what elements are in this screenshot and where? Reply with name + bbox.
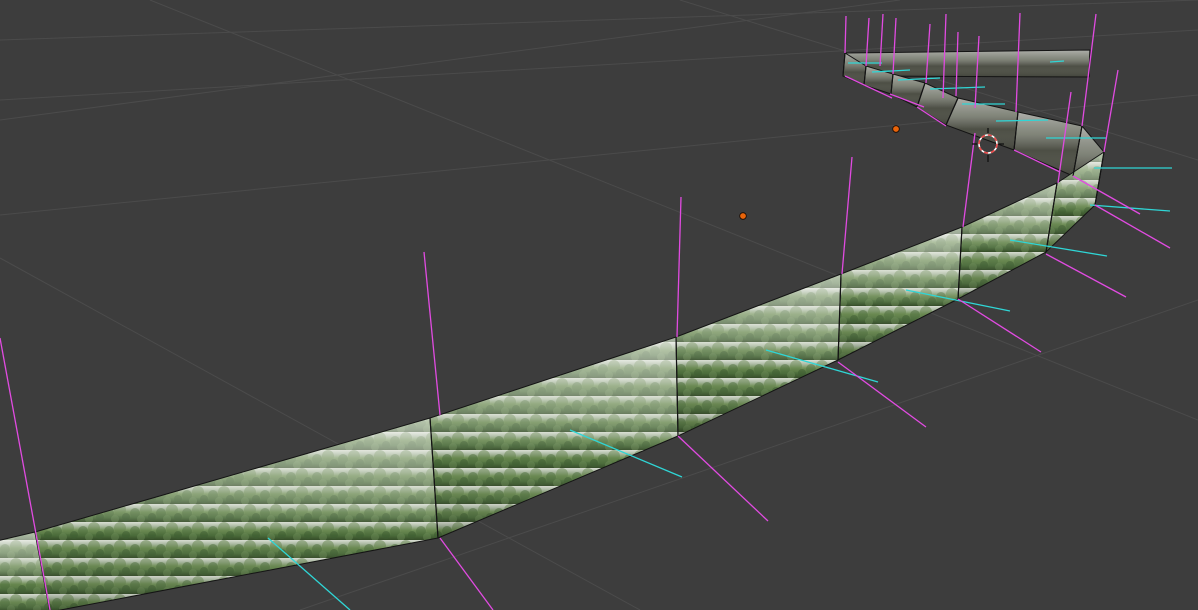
grid-line bbox=[0, 0, 901, 121]
normal-line bbox=[676, 196, 682, 338]
ribbon-face-shading bbox=[957, 182, 1058, 300]
ribbon-face-shading bbox=[34, 417, 439, 610]
grid-line bbox=[0, 0, 1198, 41]
viewport-scene[interactable] bbox=[0, 0, 1198, 610]
ribbon-face-shading bbox=[429, 336, 679, 539]
ribbon-face-shading bbox=[837, 226, 963, 361]
ribbon-face-shading bbox=[675, 273, 842, 437]
normal-line bbox=[439, 537, 494, 610]
normal-line bbox=[677, 435, 769, 522]
normal-line bbox=[962, 132, 976, 228]
normal-line bbox=[423, 251, 441, 416]
normal-line bbox=[844, 15, 847, 54]
normal-line bbox=[841, 156, 853, 275]
normal-line bbox=[957, 298, 1042, 353]
control-point-layer[interactable] bbox=[739, 125, 900, 220]
grid-line bbox=[679, 0, 1198, 161]
ribbon-face-shading bbox=[945, 97, 1019, 151]
curve-ribbon-mesh[interactable] bbox=[0, 49, 1105, 610]
normal-line bbox=[837, 361, 927, 428]
normal-line bbox=[1094, 204, 1171, 249]
3d-viewport[interactable] bbox=[0, 0, 1198, 610]
control-point[interactable] bbox=[739, 212, 747, 220]
normal-line bbox=[1045, 253, 1127, 298]
normal-line bbox=[1103, 69, 1119, 153]
control-point[interactable] bbox=[892, 125, 900, 133]
